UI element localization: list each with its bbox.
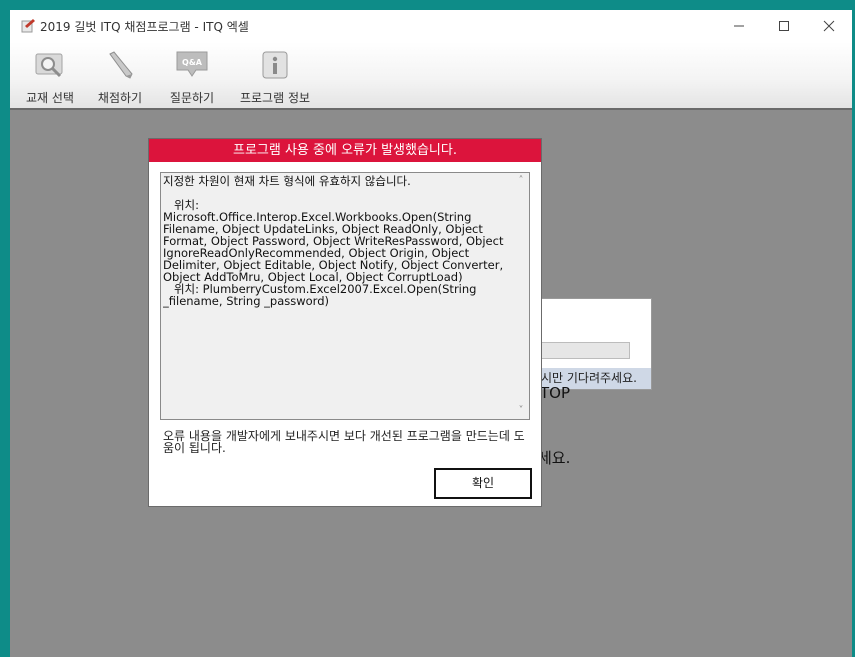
toolbar-grading[interactable]: 채점하기 [94, 48, 146, 105]
vertical-scrollbar[interactable]: ˄ ˅ [513, 173, 529, 419]
info-icon [262, 51, 288, 79]
close-icon [823, 20, 834, 32]
toolbar: 교재 선택 채점하기 Q&A 질문하기 프로그램 정보 [10, 42, 852, 110]
toolbar-label: 질문하기 [169, 91, 215, 105]
error-details-textbox[interactable]: 지정한 차원이 현재 차트 형식에 유효하지 않습니다. 위치: Microso… [160, 172, 530, 420]
pencil-icon [109, 51, 133, 79]
error-details-text: 지정한 차원이 현재 차트 형식에 유효하지 않습니다. 위치: Microso… [163, 175, 504, 308]
toolbar-label: 채점하기 [97, 91, 143, 105]
background-text: TOP [540, 384, 571, 402]
minimize-icon [733, 25, 744, 27]
ok-button[interactable]: 확인 [434, 468, 532, 499]
book-search-icon [35, 53, 63, 78]
title-bar: 2019 길벗 ITQ 채점프로그램 - ITQ 엑셀 [10, 10, 852, 42]
toolbar-ask-question[interactable]: Q&A 질문하기 [166, 48, 218, 105]
svg-text:Q&A: Q&A [182, 58, 203, 67]
background-text: 세요. [538, 449, 571, 467]
app-window: 2019 길벗 ITQ 채점프로그램 - ITQ 엑셀 교재 선택 채점하기 Q… [10, 10, 852, 657]
error-dialog-header: 프로그램 사용 중에 오류가 발생했습니다. [149, 139, 541, 162]
error-dialog-note: 오류 내용을 개발자에게 보내주시면 보다 개선된 프로그램을 만드는데 도움이… [163, 429, 525, 455]
scroll-up-arrow-icon[interactable]: ˄ [513, 173, 529, 189]
toolbar-program-info[interactable]: 프로그램 정보 [236, 48, 314, 105]
minimize-button[interactable] [716, 10, 761, 42]
toolbar-book-select[interactable]: 교재 선택 [22, 48, 78, 105]
progress-dialog: 시만 기다려주세요. [530, 298, 652, 390]
toolbar-label: 프로그램 정보 [239, 91, 311, 105]
progress-bar [531, 342, 630, 359]
maximize-button[interactable] [761, 10, 806, 42]
scroll-down-arrow-icon[interactable]: ˅ [513, 403, 529, 419]
window-title: 2019 길벗 ITQ 채점프로그램 - ITQ 엑셀 [40, 20, 249, 34]
app-icon [21, 19, 35, 33]
maximize-icon [778, 21, 789, 31]
toolbar-label: 교재 선택 [26, 91, 74, 105]
qa-speech-icon: Q&A [176, 51, 208, 77]
error-dialog: 프로그램 사용 중에 오류가 발생했습니다. 지정한 차원이 현재 차트 형식에… [148, 138, 542, 507]
close-button[interactable] [806, 10, 851, 42]
